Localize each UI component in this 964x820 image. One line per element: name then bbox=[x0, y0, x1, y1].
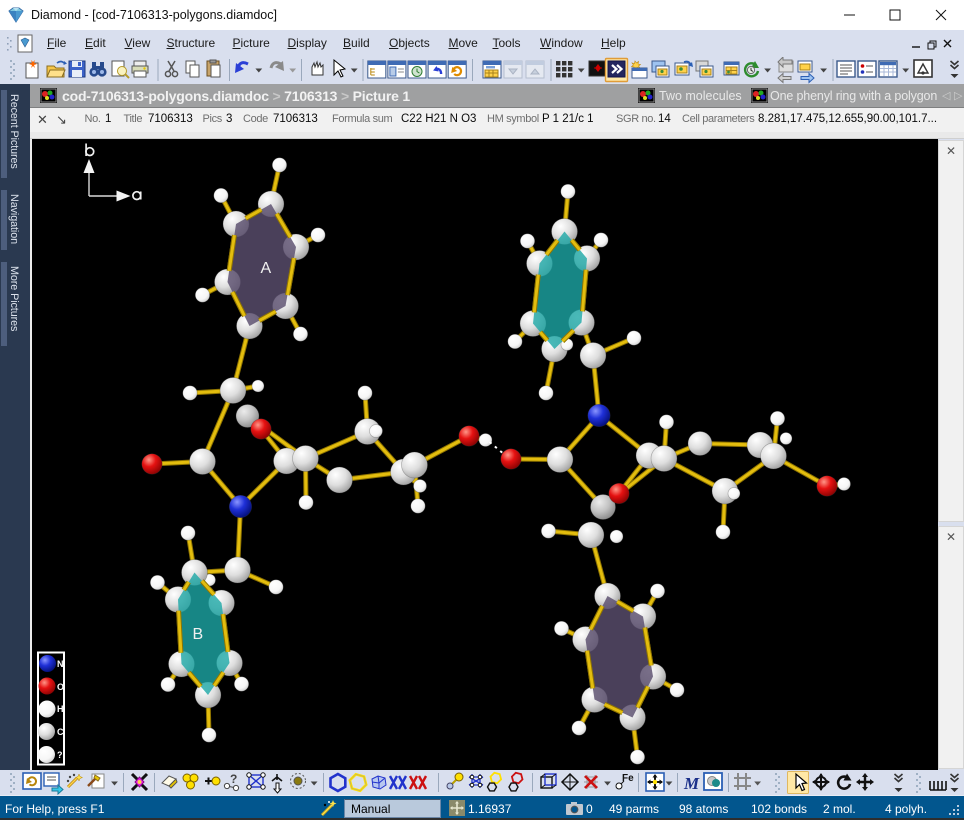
svg-text:O: O bbox=[57, 682, 64, 692]
svg-text:M: M bbox=[683, 774, 700, 793]
svg-text:B: B bbox=[193, 626, 204, 643]
svg-text:Fe: Fe bbox=[622, 773, 634, 784]
svg-text:C: C bbox=[57, 727, 64, 737]
svg-text:N: N bbox=[57, 659, 64, 669]
svg-text:H: H bbox=[57, 704, 64, 714]
svg-text:A: A bbox=[261, 260, 272, 277]
svg-text:?: ? bbox=[230, 772, 237, 786]
svg-text:?: ? bbox=[57, 750, 63, 760]
